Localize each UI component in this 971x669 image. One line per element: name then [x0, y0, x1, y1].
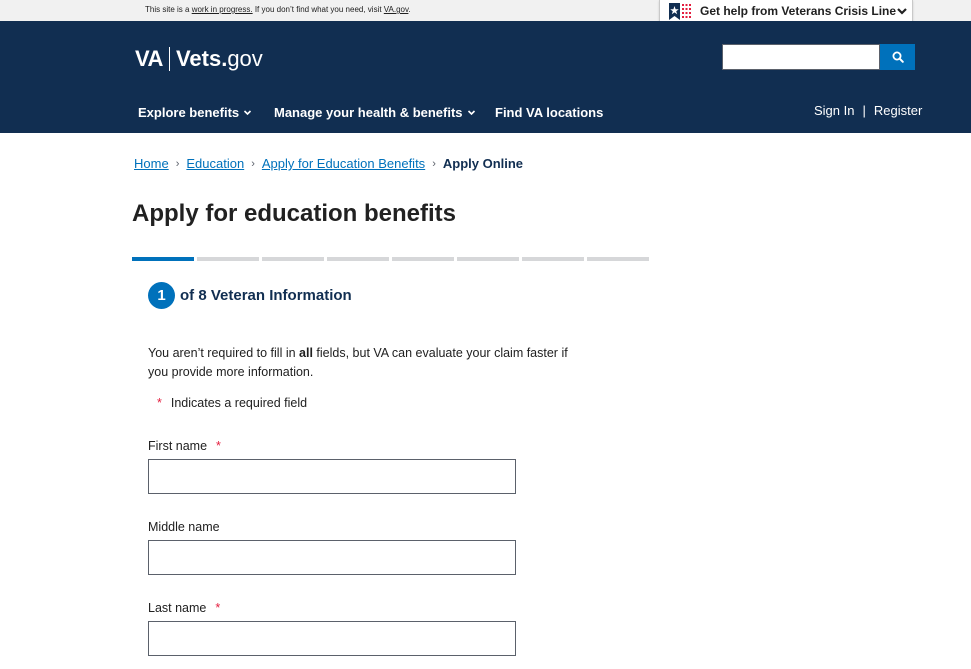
required-asterisk: *	[215, 601, 221, 615]
breadcrumb-separator: ›	[432, 157, 436, 170]
auth-separator: |	[862, 103, 866, 118]
progress-segment	[327, 257, 389, 261]
step-header: 1 of 8 Veteran Information	[148, 282, 352, 309]
required-note-text: Indicates a required field	[170, 396, 308, 410]
nav-explore-label: Explore benefits	[138, 105, 240, 120]
chevron-down-icon	[467, 110, 475, 116]
site-notice-suffix: .	[408, 5, 411, 14]
progress-segment	[392, 257, 454, 261]
breadcrumb-apply-education-benefits[interactable]: Apply for Education Benefits	[262, 156, 425, 171]
last-name-field[interactable]	[148, 621, 516, 656]
site-notice-text: This site is a work in progress. If you …	[145, 5, 411, 14]
form-progress-bar	[132, 257, 652, 261]
first-name-field[interactable]	[148, 459, 516, 494]
crisis-line-label: Get help from Veterans Crisis Line	[700, 4, 897, 18]
first-name-label-text: First name	[148, 439, 208, 453]
breadcrumb: Home › Education › Apply for Education B…	[134, 156, 523, 171]
step-title: of 8 Veteran Information	[180, 287, 352, 304]
progress-segment	[197, 257, 259, 261]
breadcrumb-separator: ›	[251, 157, 255, 170]
required-field-note: * Indicates a required field	[157, 396, 307, 410]
nav-manage-health-benefits[interactable]: Manage your health & benefits	[274, 105, 476, 120]
search-button[interactable]	[880, 44, 915, 70]
last-name-label: Last name *	[148, 601, 220, 615]
work-in-progress-link[interactable]: work in progress.	[192, 5, 253, 14]
intro-text-before: You aren’t required to fill in	[148, 346, 300, 360]
chevron-down-icon	[244, 110, 252, 116]
form-intro-text: You aren’t required to fill in all field…	[148, 344, 568, 382]
search-icon	[892, 51, 904, 63]
progress-segment	[262, 257, 324, 261]
first-name-label: First name *	[148, 439, 221, 453]
site-notice-middle: If you don’t find what you need, visit	[252, 5, 384, 14]
vets-gov-logo[interactable]: VA Vets. gov	[135, 46, 263, 72]
breadcrumb-home[interactable]: Home	[134, 156, 169, 171]
site-notice-prefix: This site is a	[145, 5, 192, 14]
va-gov-link[interactable]: VA.gov	[384, 5, 409, 14]
logo-va-text: VA	[135, 46, 163, 71]
nav-manage-label: Manage your health & benefits	[274, 105, 463, 120]
nav-find-va-locations[interactable]: Find VA locations	[495, 105, 603, 120]
register-link[interactable]: Register	[874, 103, 922, 118]
intro-text-bold: all	[299, 346, 313, 360]
nav-explore-benefits[interactable]: Explore benefits	[138, 105, 252, 120]
middle-name-label: Middle name	[148, 520, 220, 534]
middle-name-label-text: Middle name	[148, 520, 220, 534]
logo-divider	[168, 47, 170, 71]
breadcrumb-education[interactable]: Education	[186, 156, 244, 171]
last-name-label-text: Last name	[148, 601, 207, 615]
sign-in-link[interactable]: Sign In	[814, 103, 854, 118]
crisis-line-flag-icon	[669, 3, 691, 20]
site-header: VA Vets. gov Explore benefits Manage your…	[0, 21, 971, 133]
middle-name-field[interactable]	[148, 540, 516, 575]
logo-vets-text: Vets.	[175, 46, 228, 71]
page-title: Apply for education benefits	[132, 200, 457, 227]
search-input[interactable]	[722, 44, 880, 70]
progress-segment	[587, 257, 649, 261]
chevron-down-icon	[897, 8, 907, 15]
breadcrumb-current: Apply Online	[442, 156, 524, 171]
breadcrumb-separator: ›	[175, 157, 180, 170]
nav-find-label: Find VA locations	[495, 105, 604, 120]
required-asterisk: *	[157, 396, 162, 410]
logo-gov-text: gov	[227, 46, 263, 71]
progress-segment	[457, 257, 519, 261]
required-asterisk: *	[216, 439, 221, 453]
step-number-badge: 1	[148, 282, 175, 309]
progress-segment	[132, 257, 194, 261]
auth-links: Sign In | Register	[814, 103, 922, 118]
progress-segment	[522, 257, 584, 261]
